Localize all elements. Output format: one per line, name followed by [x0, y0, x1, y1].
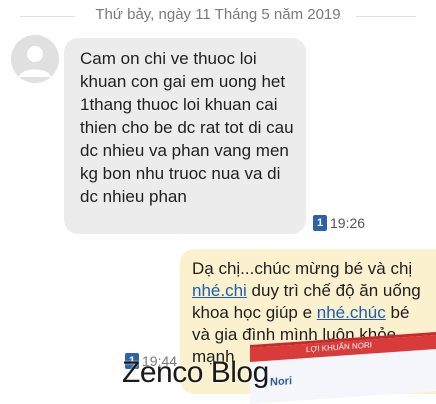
default-avatar-icon: [11, 35, 59, 83]
message-link[interactable]: nhé.chúc: [317, 303, 386, 322]
sim-badge-icon: 1: [313, 215, 327, 231]
message-link[interactable]: nhé.chi: [192, 281, 247, 300]
incoming-message-bubble[interactable]: Cam on chi ve thuoc loi khuan con gai em…: [64, 38, 306, 234]
divider-line-right: [356, 16, 416, 17]
contact-avatar[interactable]: [11, 35, 59, 83]
incoming-message-time: 19:26: [330, 215, 366, 231]
brand-logo: Nori: [270, 375, 292, 389]
outgoing-text-part: Dạ chị...chúc mừng bé và chị: [192, 259, 413, 278]
date-label: Thứ bảy, ngày 11 Tháng 5 năm 2019: [95, 6, 341, 23]
incoming-message-text: Cam on chi ve thuoc loi khuan con gai em…: [80, 49, 294, 206]
date-divider: Thứ bảy, ngày 11 Tháng 5 năm 2019: [0, 0, 436, 34]
watermark: Zenco Blog: [122, 356, 269, 389]
